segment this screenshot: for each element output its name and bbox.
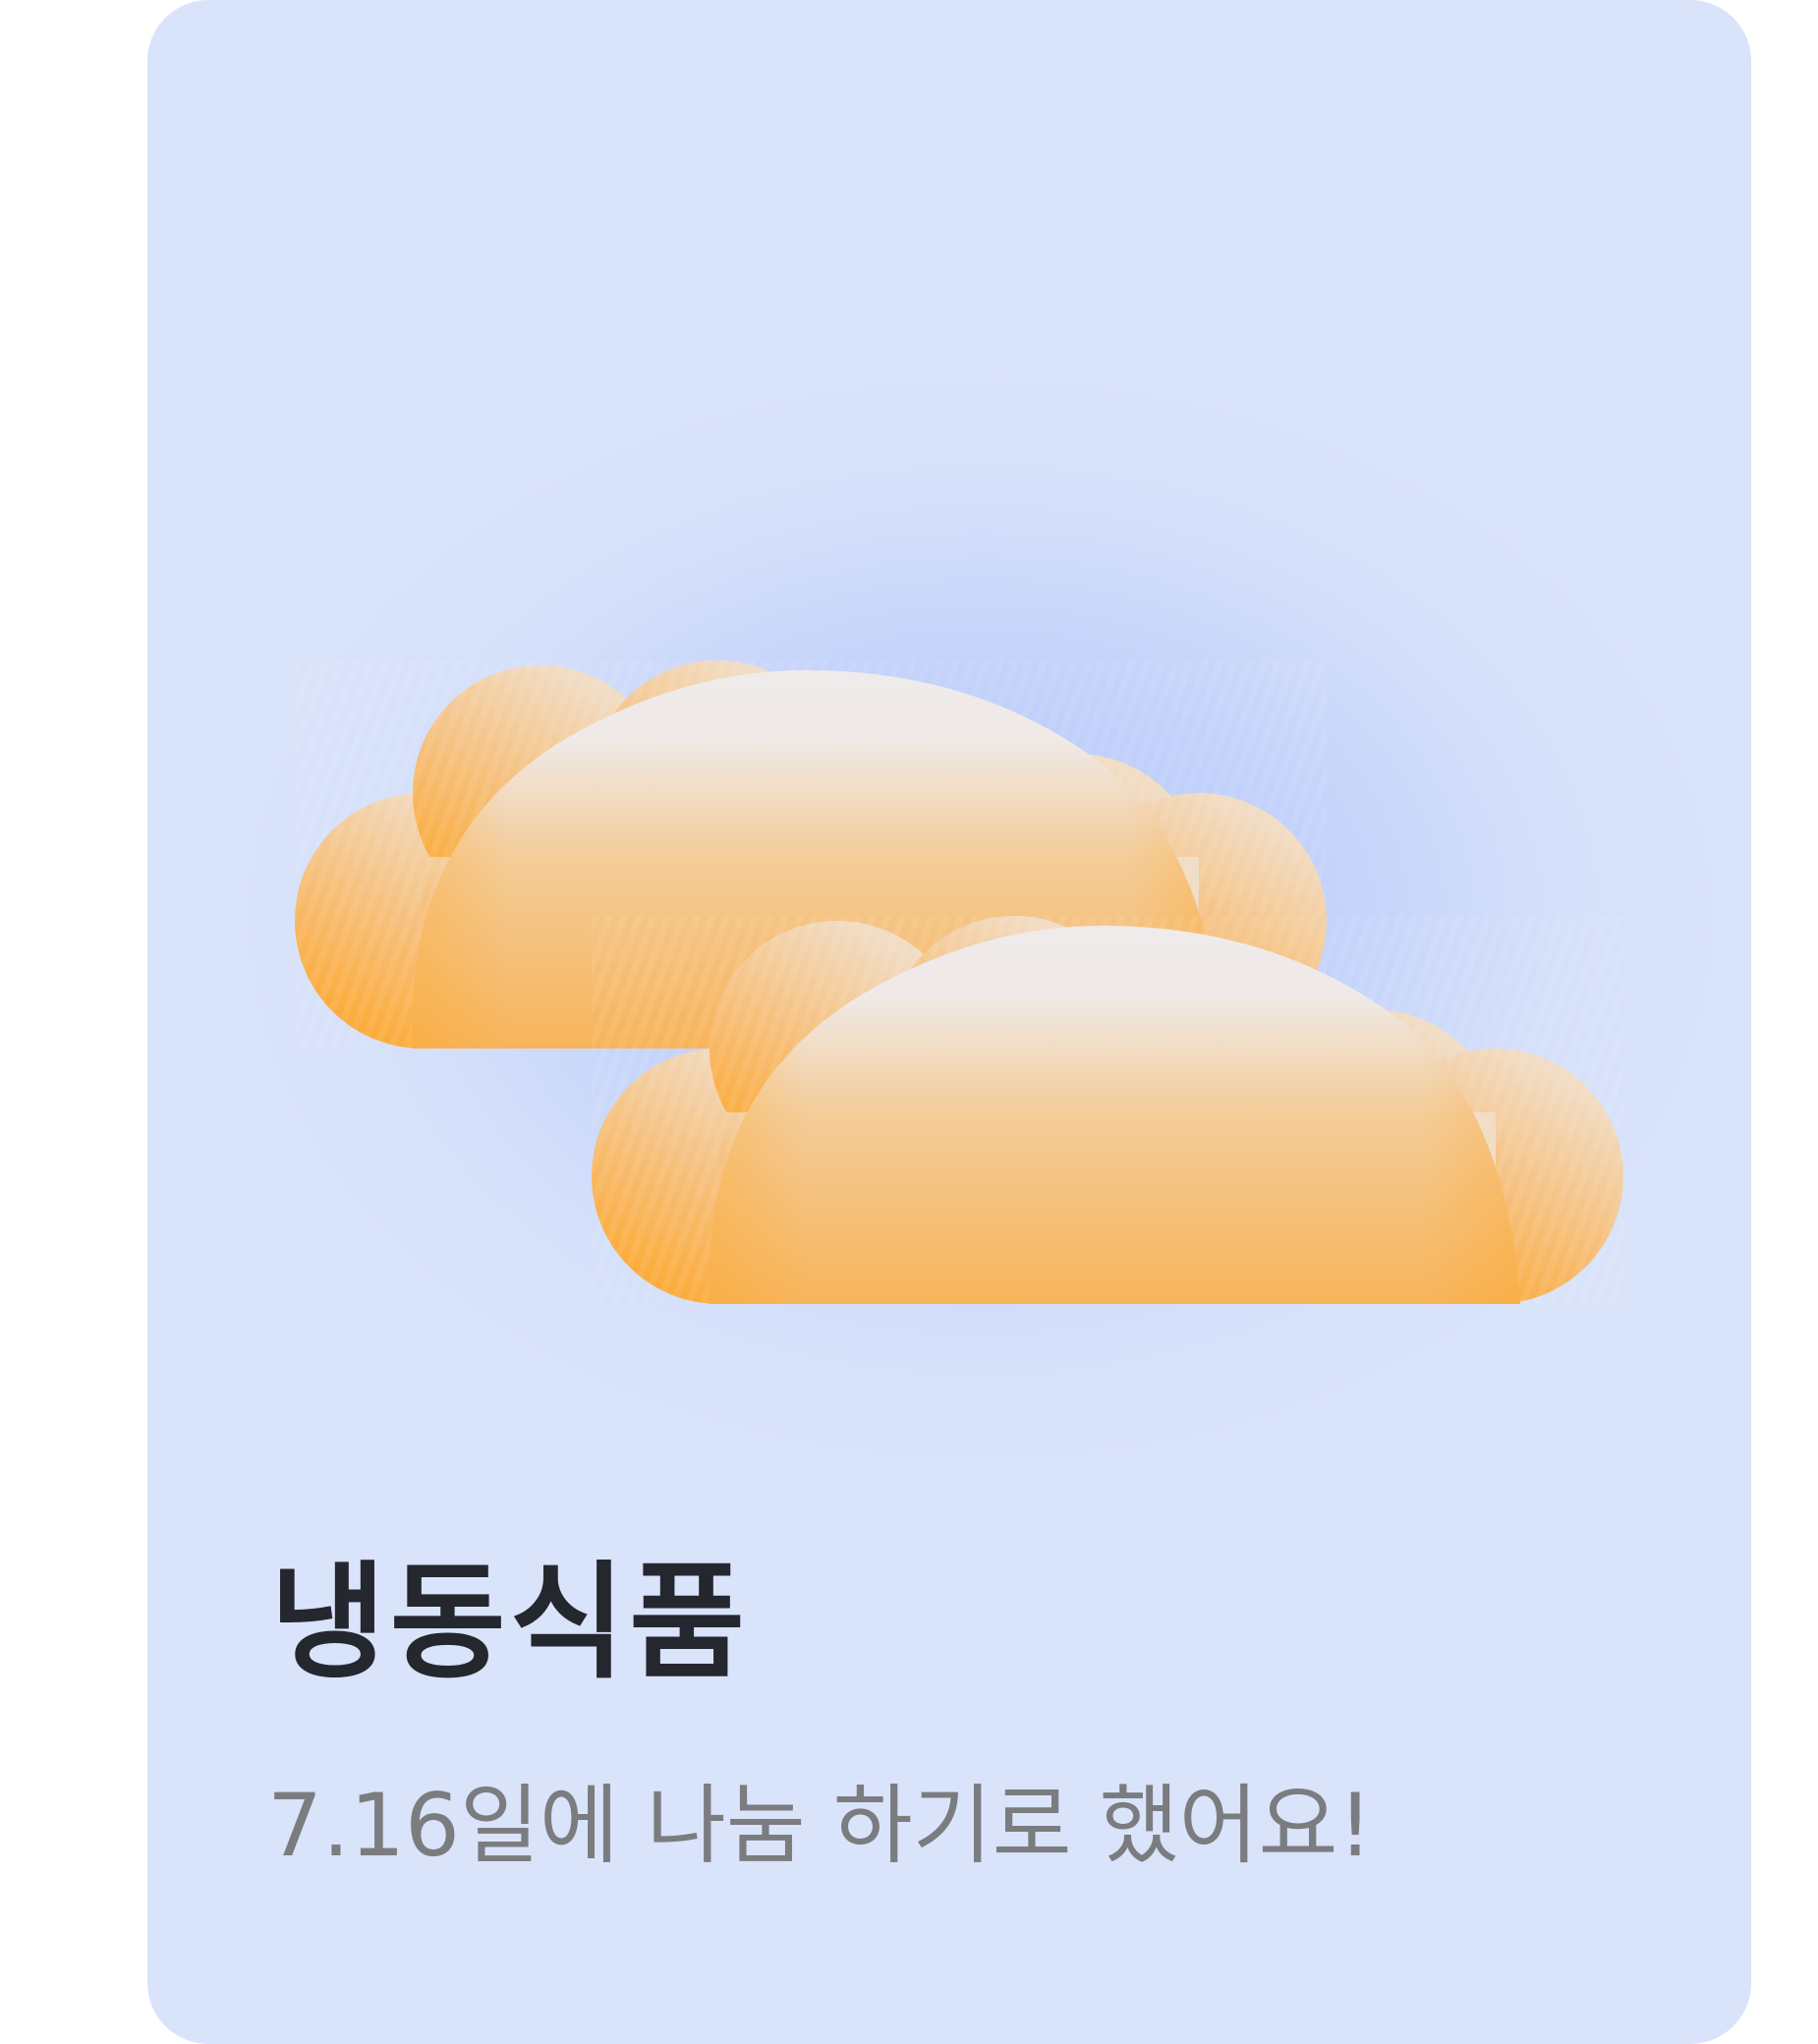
food-share-card[interactable]: 냉동식품 7.16일에 나눔 하기로 했어요! [147, 0, 1751, 2044]
card-subtitle: 7.16일에 나눔 하기로 했어요! [267, 1775, 1373, 1876]
dumpling-front [592, 916, 1623, 1304]
dumpling-icon [295, 660, 1623, 1304]
card-title: 냉동식품 [270, 1550, 750, 1696]
